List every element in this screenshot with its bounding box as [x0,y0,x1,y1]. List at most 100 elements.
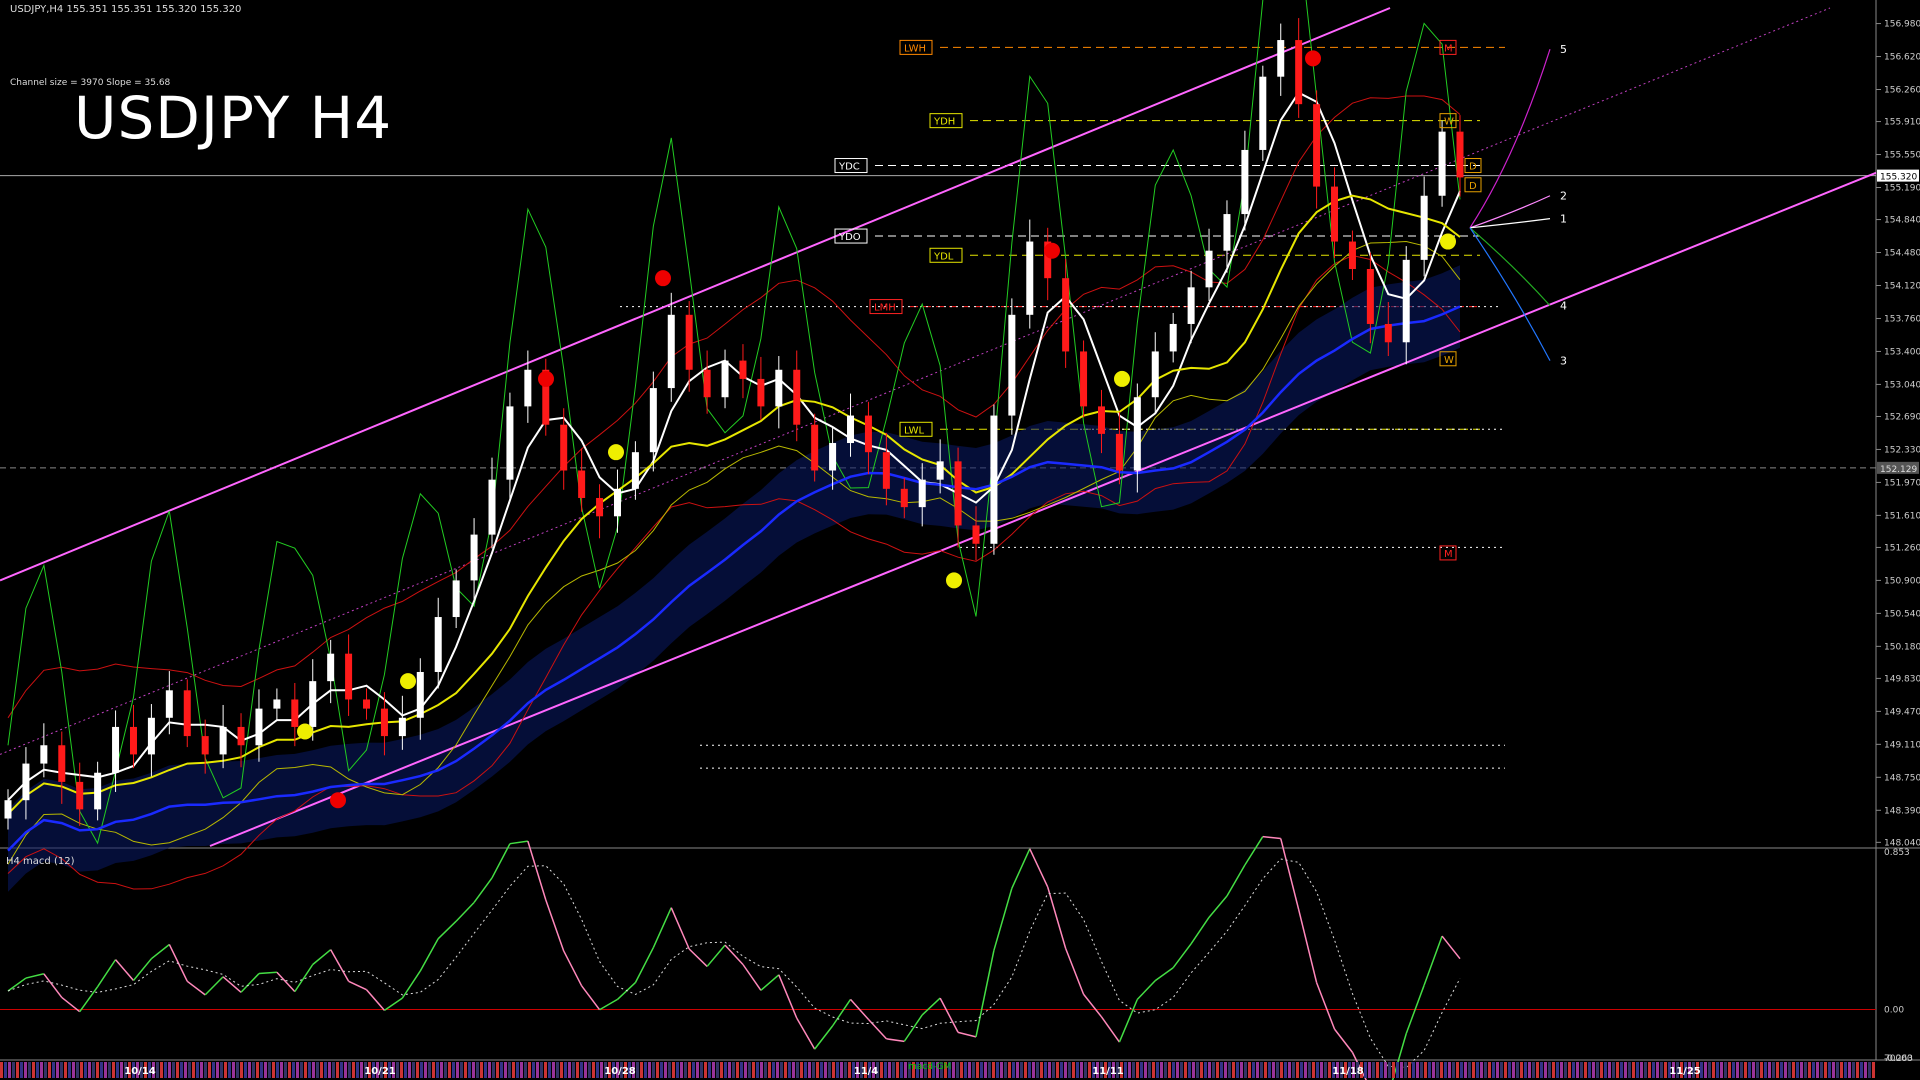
time-strip-cell [772,1062,775,1078]
time-strip-cell [1800,1062,1803,1078]
y-tick-label: 156.980 [1884,20,1920,30]
time-strip-cell [704,1062,707,1078]
time-strip-cell [656,1062,659,1078]
time-strip-cell [288,1062,291,1078]
time-strip-cell [988,1062,991,1078]
candle-body [309,681,317,727]
time-strip-cell [960,1062,963,1078]
time-strip-cell [424,1062,427,1078]
time-strip-cell [1176,1062,1179,1078]
time-strip-cell [540,1062,543,1078]
signal-marker [608,444,624,461]
time-strip-cell [312,1062,315,1078]
candle-body [936,461,944,480]
macd-segment [384,997,403,1011]
time-strip-cell [420,1062,423,1078]
time-strip-cell [1368,1062,1371,1078]
time-strip-cell [400,1062,403,1078]
level-label: YDL [933,251,954,262]
time-strip-cell [180,1062,183,1078]
candle-body [398,717,406,737]
time-strip-cell [1496,1062,1499,1078]
time-strip-cell [1740,1062,1743,1078]
macd-segment [975,950,995,1038]
time-strip-cell [1164,1062,1167,1078]
macd-segment [939,997,959,1033]
time-strip-cell [316,1062,319,1078]
time-strip-cell [436,1062,439,1078]
time-strip-cell [1628,1062,1631,1078]
time-strip-cell [476,1062,479,1078]
candle-body [596,497,604,517]
candle-body [345,653,353,700]
time-strip-cell [1764,1062,1767,1078]
time-strip-cell [244,1062,247,1078]
y-tick-label: 151.610 [1884,511,1920,521]
time-strip-cell [980,1062,983,1078]
time-strip-cell [1772,1062,1775,1078]
time-strip-cell [1532,1062,1535,1078]
time-strip-cell [1712,1062,1715,1078]
candle-body [1223,214,1231,251]
time-strip-cell [1652,1062,1655,1078]
macd-segment [294,964,314,993]
level-lines-layer [0,46,1876,769]
candle-body [452,580,460,618]
macd-segment [132,958,152,981]
time-strip-cell [1408,1062,1411,1078]
time-strip-cell [428,1062,431,1078]
time-strip-cell [1804,1062,1807,1078]
time-strip-cell [1324,1062,1327,1078]
y-tick-label: 151.260 [1884,543,1920,553]
time-strip-cell [1584,1062,1587,1078]
time-strip-cell [1540,1062,1543,1078]
time-strip-cell [568,1062,571,1078]
ichimoku-cloud [8,265,1460,892]
time-strip-cell [1060,1062,1063,1078]
macd-segment [1226,864,1246,897]
macd-segment [742,964,762,991]
time-strip-cell [1084,1062,1087,1078]
time-strip-cell [884,1062,887,1078]
time-strip-cell [1808,1062,1811,1078]
candle-body [667,314,675,389]
time-strip-cell [1236,1062,1239,1078]
y-tick-label: 153.760 [1884,314,1920,324]
time-strip-cell [1268,1062,1271,1078]
time-strip-cell [1756,1062,1759,1078]
time-strip-cell [1720,1062,1723,1078]
time-strip-cell [1072,1062,1075,1078]
time-strip-cell [120,1062,123,1078]
x-tick-label: 11/25 [1669,1066,1701,1077]
time-strip-cell [1320,1062,1323,1078]
macd-segment [365,989,386,1011]
time-strip-cell [112,1062,115,1078]
y-tick-label: 148.750 [1884,773,1920,783]
time-strip-cell [1260,1062,1263,1078]
signal-marker [946,572,962,589]
time-strip-cell [1544,1062,1547,1078]
candle-body [327,653,335,682]
macd-segment [652,907,672,949]
time-strip-cell [444,1062,447,1078]
time-strip-cell [1140,1062,1143,1078]
time-strip-cell [1296,1062,1299,1078]
time-strip-cell [492,1062,495,1078]
x-tick-label: 11/18 [1332,1066,1364,1077]
macd-segment [1029,848,1049,888]
time-strip-cell [768,1062,771,1078]
level-label: W [1444,355,1454,366]
time-strip-cell [1300,1062,1303,1078]
time-strip-cell [808,1062,811,1078]
time-strip-cell [1516,1062,1519,1078]
time-strip-cell [724,1062,727,1078]
macd-segment [312,949,332,966]
time-strip-cell [1760,1062,1763,1078]
time-strip-cell [1272,1062,1275,1078]
time-strip-cell [552,1062,555,1078]
macd-tick-label: 0.853 [1884,848,1910,858]
macd-segment [1297,909,1318,983]
level-label: M [1444,549,1453,560]
time-strip-cell [524,1062,527,1078]
time-strip-cell [1480,1062,1483,1078]
